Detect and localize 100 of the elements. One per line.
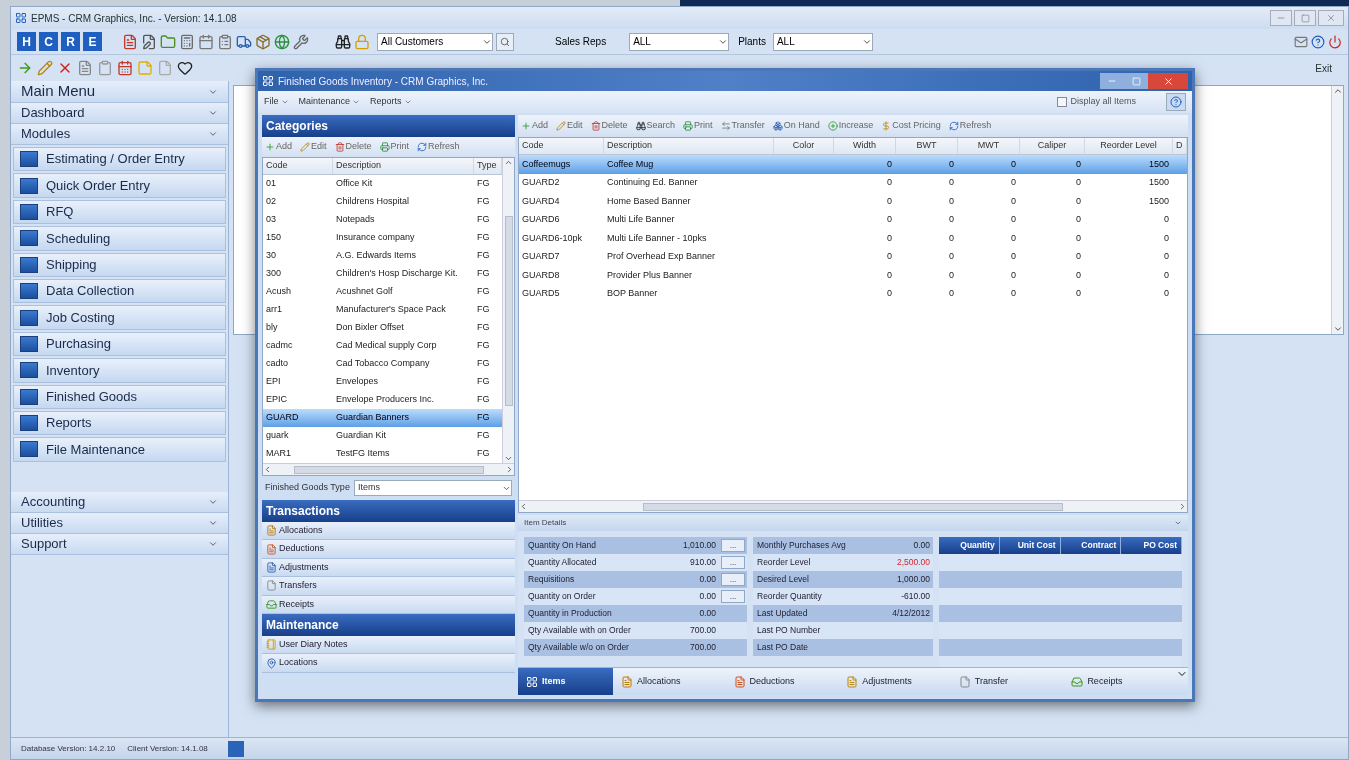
column-header[interactable]: Code <box>263 158 333 174</box>
table-row[interactable]: GUARD Guardian Banners FG <box>263 409 502 427</box>
details-button[interactable]: ... <box>721 539 745 552</box>
document-icon[interactable] <box>122 33 138 50</box>
table-row[interactable]: 01 Office Kit FG <box>263 175 502 193</box>
table-row[interactable]: EPI Envelopes FG <box>263 373 502 391</box>
folder-icon[interactable] <box>160 33 176 50</box>
plants-dropdown[interactable]: ALL <box>772 32 873 51</box>
column-header[interactable]: Description <box>604 138 774 154</box>
table-row[interactable]: EPIC Envelope Producers Inc. FG <box>263 391 502 409</box>
tab[interactable]: Items <box>518 668 613 695</box>
table-row[interactable]: 03 Notepads FG <box>263 211 502 229</box>
exit-button[interactable]: Exit <box>1315 60 1332 76</box>
help-button[interactable] <box>1166 93 1186 111</box>
table-row[interactable]: cadmc Cad Medical supply Corp FG <box>263 337 502 355</box>
table-row[interactable]: GUARD6-10pk Multi Life Banner - 10pks 0 0 0 0 0 <box>519 229 1187 248</box>
panel-item[interactable]: Allocations <box>262 522 515 541</box>
module-item[interactable]: Purchasing <box>13 331 226 357</box>
calendar-icon[interactable] <box>117 60 133 76</box>
toolbar-button[interactable]: Edit <box>300 140 327 154</box>
table-row[interactable]: Acush Acushnet Golf FG <box>263 283 502 301</box>
clipboard-icon[interactable] <box>97 60 113 76</box>
pencil-icon[interactable] <box>37 60 53 76</box>
menu-item[interactable]: Reports <box>370 95 412 109</box>
toolbar-button[interactable]: Refresh <box>948 119 992 133</box>
table-row[interactable]: GUARD7 Prof Overhead Exp Banner 0 0 0 0 0 <box>519 247 1187 266</box>
mail-icon[interactable] <box>1294 34 1308 49</box>
table-row[interactable]: GUARD2 Continuing Ed. Banner 0 0 0 0 1500 <box>519 173 1187 192</box>
table-row[interactable]: 30 A.G. Edwards Items FG <box>263 247 502 265</box>
column-header[interactable]: Caliper <box>1020 138 1085 154</box>
menu-item[interactable]: Accounting <box>11 491 228 513</box>
help-icon[interactable] <box>1311 34 1325 49</box>
toolbar-button[interactable]: Delete <box>590 119 628 133</box>
table-row[interactable]: 150 Insurance company FG <box>263 229 502 247</box>
power-icon[interactable] <box>1328 34 1342 49</box>
maximize-button[interactable] <box>1294 10 1316 26</box>
menu-item[interactable]: Modules <box>11 124 228 145</box>
table-row[interactable]: Coffeemugs Coffee Mug 0 0 0 0 1500 <box>519 155 1187 174</box>
arrow-right-icon[interactable] <box>17 60 33 76</box>
letter-button[interactable]: H <box>17 32 36 51</box>
tab[interactable]: Receipts <box>1063 668 1176 695</box>
table-row[interactable]: arr1 Manufacturer's Space Pack FG <box>263 301 502 319</box>
toolbar-button[interactable]: Delete <box>334 140 372 154</box>
menu-item[interactable]: Maintenance <box>298 95 361 109</box>
table-row[interactable]: bly Don Bixler Offset FG <box>263 319 502 337</box>
column-header[interactable]: Description <box>333 158 474 174</box>
toolbar-button[interactable]: Print <box>683 119 713 133</box>
panel-item[interactable]: Locations <box>262 654 515 673</box>
module-item[interactable]: Reports <box>13 410 226 436</box>
customer-button[interactable] <box>496 32 514 51</box>
table-row[interactable]: 02 Childrens Hospital FG <box>263 193 502 211</box>
heart-icon[interactable] <box>177 60 193 76</box>
tab[interactable]: Adjustments <box>838 668 951 695</box>
table-row[interactable]: MAR1 TestFG Items FG <box>263 445 502 463</box>
document-icon[interactable] <box>77 60 93 76</box>
module-item[interactable]: RFQ <box>13 199 226 225</box>
sales-reps-dropdown[interactable]: ALL <box>629 32 730 51</box>
menu-item[interactable]: File <box>264 95 289 109</box>
letter-button[interactable]: R <box>61 32 80 51</box>
table-row[interactable]: guark Guardian Kit FG <box>263 427 502 445</box>
table-row[interactable]: 300 Children's Hosp Discharge Kit. FG <box>263 265 502 283</box>
module-item[interactable]: Quick Order Entry <box>13 173 226 198</box>
module-item[interactable]: Scheduling <box>13 226 226 251</box>
toolbar-button[interactable]: Search <box>635 119 676 133</box>
column-header[interactable]: D <box>1173 138 1187 154</box>
table-row[interactable]: GUARD6 Multi Life Banner 0 0 0 0 0 <box>519 210 1187 229</box>
edit-document-icon[interactable] <box>141 33 157 50</box>
details-button[interactable]: ... <box>721 556 745 569</box>
column-header[interactable]: Reorder Level <box>1085 138 1173 154</box>
globe-icon[interactable] <box>274 33 290 50</box>
tab[interactable]: Transfer <box>950 668 1064 695</box>
details-button[interactable]: ... <box>721 573 745 586</box>
tab[interactable]: Deductions <box>725 668 839 695</box>
panel-item[interactable]: Transfers <box>262 577 515 596</box>
column-header[interactable]: Code <box>519 138 604 154</box>
toolbar-button[interactable]: Cost Pricing <box>881 119 941 133</box>
menu-item[interactable]: Main Menu <box>11 81 228 103</box>
table-row[interactable]: GUARD4 Home Based Banner 0 0 0 0 1500 <box>519 192 1187 211</box>
toolbar-button[interactable]: Print <box>379 140 410 154</box>
letter-button[interactable]: C <box>39 32 58 51</box>
calendar-icon[interactable] <box>198 33 214 50</box>
wrench-icon[interactable] <box>293 33 309 50</box>
binoculars-icon[interactable] <box>335 33 351 50</box>
table-row[interactable]: cadto Cad Tobacco Company FG <box>263 355 502 373</box>
close-button[interactable] <box>1318 10 1344 26</box>
clipboard-icon[interactable] <box>217 33 233 50</box>
menu-item[interactable]: Support <box>11 533 228 555</box>
table-row[interactable]: GUARD8 Provider Plus Banner 0 0 0 0 0 <box>519 266 1187 285</box>
truck-icon[interactable] <box>236 33 252 50</box>
toolbar-button[interactable]: Refresh <box>417 140 460 154</box>
calculator-icon[interactable] <box>179 33 195 50</box>
column-header[interactable]: MWT <box>958 138 1020 154</box>
module-item[interactable]: Data Collection <box>13 278 226 304</box>
module-item[interactable]: Estimating / Order Entry <box>13 147 226 172</box>
display-all-checkbox[interactable]: Display all Items <box>1057 95 1136 109</box>
letter-button[interactable]: E <box>83 32 102 51</box>
tab[interactable]: Allocations <box>613 668 726 695</box>
toolbar-button[interactable]: Transfer <box>720 119 765 133</box>
minimize-button[interactable] <box>1270 10 1292 26</box>
customer-dropdown[interactable]: All Customers <box>377 32 493 51</box>
